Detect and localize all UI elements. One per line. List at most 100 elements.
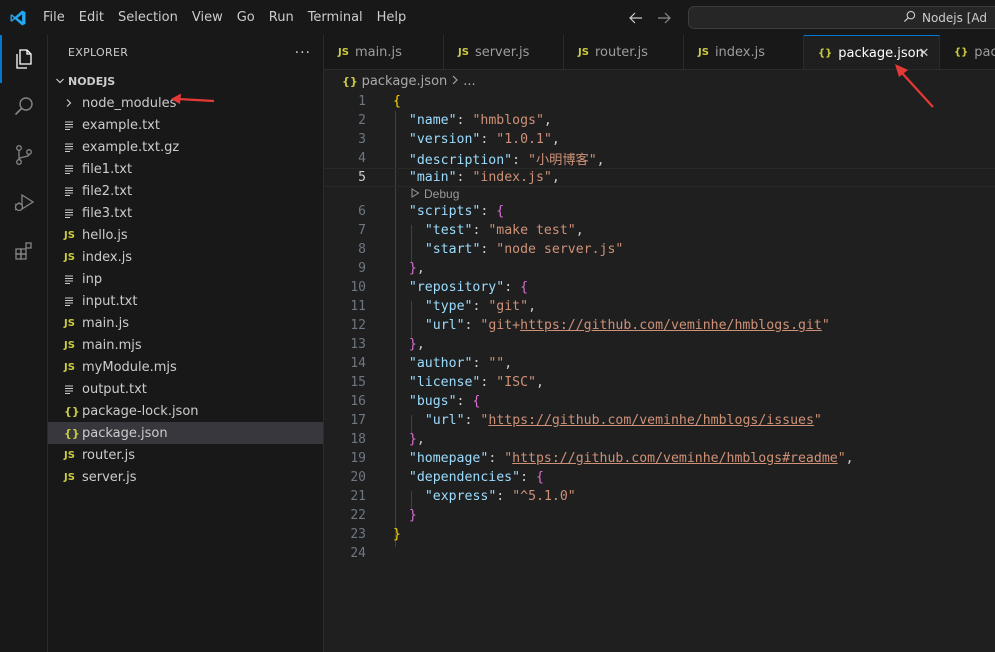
menu-edit[interactable]: Edit bbox=[72, 0, 111, 35]
line-number: 8 bbox=[358, 242, 366, 257]
code-line: 23} bbox=[324, 525, 995, 544]
text-file-icon bbox=[64, 120, 82, 130]
file-item[interactable]: output.txt bbox=[48, 378, 323, 400]
line-number: 14 bbox=[350, 356, 366, 371]
code-line: 13 }, bbox=[324, 335, 995, 354]
line-number: 21 bbox=[350, 489, 366, 504]
tab-server-js[interactable]: JS server.js bbox=[444, 35, 564, 69]
file-name: file3.txt bbox=[82, 205, 133, 221]
explorer-title: EXPLORER bbox=[68, 46, 129, 59]
search-icon[interactable] bbox=[0, 83, 48, 131]
code-text: }, bbox=[408, 432, 425, 447]
file-item[interactable]: {} package.json bbox=[48, 422, 323, 444]
file-item[interactable]: input.txt bbox=[48, 290, 323, 312]
file-name: server.js bbox=[82, 469, 137, 485]
json-file-icon: {} bbox=[818, 47, 833, 59]
code-text: "homepage": "https://github.com/veminhe/… bbox=[408, 451, 854, 466]
line-number: 4 bbox=[358, 151, 366, 166]
file-item[interactable]: JS router.js bbox=[48, 444, 323, 466]
line-number: 17 bbox=[350, 413, 366, 428]
close-icon[interactable]: ✕ bbox=[917, 46, 931, 61]
tab-pack[interactable]: {} pack bbox=[940, 35, 995, 69]
menu-help[interactable]: Help bbox=[370, 0, 414, 35]
extensions-icon[interactable] bbox=[0, 227, 48, 275]
tab-router-js[interactable]: JS router.js bbox=[564, 35, 684, 69]
code-editor[interactable]: 1{2 "name": "hmblogs", 3 "version": "1.0.… bbox=[324, 92, 995, 652]
tab-package-json[interactable]: {} package.json ✕ bbox=[804, 35, 940, 69]
workspace-folder-label: NODEJS bbox=[68, 74, 116, 88]
code-line: 11 "type": "git", bbox=[324, 297, 995, 316]
folder-item[interactable]: node_modules bbox=[48, 92, 323, 114]
json-file-icon: {} bbox=[342, 74, 358, 88]
file-name: main.mjs bbox=[82, 337, 142, 353]
js-file-icon: JS bbox=[64, 317, 75, 329]
code-text: "scripts": { bbox=[408, 204, 505, 219]
file-item[interactable]: inp bbox=[48, 268, 323, 290]
code-line: 9 }, bbox=[324, 259, 995, 278]
explorer-sidebar: EXPLORER ··· NODEJS node_modules example.… bbox=[48, 35, 324, 652]
file-item[interactable]: example.txt bbox=[48, 114, 323, 136]
js-file-icon: JS bbox=[64, 471, 75, 483]
code-text: { bbox=[393, 94, 401, 109]
menu-terminal[interactable]: Terminal bbox=[301, 0, 370, 35]
file-name: package-lock.json bbox=[82, 403, 199, 419]
code-line: 3 "version": "1.0.1", bbox=[324, 130, 995, 149]
forward-arrow-icon[interactable] bbox=[656, 10, 672, 26]
file-item[interactable]: file2.txt bbox=[48, 180, 323, 202]
codelens-debug[interactable]: Debug bbox=[410, 187, 459, 201]
code-line: 24 bbox=[324, 544, 995, 563]
text-file-icon bbox=[64, 296, 82, 306]
menu-file[interactable]: File bbox=[36, 0, 72, 35]
file-name: output.txt bbox=[82, 381, 147, 397]
menu-view[interactable]: View bbox=[185, 0, 230, 35]
file-item[interactable]: JS main.mjs bbox=[48, 334, 323, 356]
menu-run[interactable]: Run bbox=[262, 0, 301, 35]
chevron-right-icon bbox=[64, 98, 82, 108]
more-actions-icon[interactable]: ··· bbox=[295, 45, 311, 61]
line-number: 18 bbox=[350, 432, 366, 447]
file-item[interactable]: JS myModule.mjs bbox=[48, 356, 323, 378]
chevron-right-icon bbox=[451, 74, 459, 89]
file-item[interactable]: file3.txt bbox=[48, 202, 323, 224]
nav-arrows bbox=[628, 0, 672, 35]
file-item[interactable]: file1.txt bbox=[48, 158, 323, 180]
code-text: "express": "^5.1.0" bbox=[424, 489, 576, 504]
explorer-icon[interactable] bbox=[0, 35, 48, 83]
tab-main-js[interactable]: JS main.js bbox=[324, 35, 444, 69]
breadcrumb-file[interactable]: package.json bbox=[362, 74, 448, 89]
line-number: 15 bbox=[350, 375, 366, 390]
file-name: myModule.mjs bbox=[82, 359, 177, 375]
code-text: "type": "git", bbox=[424, 299, 537, 314]
file-item[interactable]: JS hello.js bbox=[48, 224, 323, 246]
code-text: "url": "https://github.com/veminhe/hmblo… bbox=[424, 413, 822, 428]
file-item[interactable]: JS server.js bbox=[48, 466, 323, 488]
run-debug-icon[interactable] bbox=[0, 179, 48, 227]
explorer-header: EXPLORER ··· bbox=[48, 35, 323, 70]
line-number: 10 bbox=[350, 280, 366, 295]
js-file-icon: JS bbox=[698, 47, 709, 58]
line-number: 24 bbox=[350, 546, 366, 561]
file-item[interactable]: JS index.js bbox=[48, 246, 323, 268]
file-item[interactable]: JS main.js bbox=[48, 312, 323, 334]
code-line: 22 } bbox=[324, 506, 995, 525]
menu-selection[interactable]: Selection bbox=[111, 0, 185, 35]
line-number: 16 bbox=[350, 394, 366, 409]
code-text: } bbox=[408, 508, 417, 523]
file-item[interactable]: {} package-lock.json bbox=[48, 400, 323, 422]
code-line: 6 "scripts": { bbox=[324, 202, 995, 221]
text-file-icon bbox=[64, 164, 82, 174]
workspace-folder[interactable]: NODEJS bbox=[48, 70, 323, 92]
js-file-icon: JS bbox=[64, 251, 75, 263]
source-control-icon[interactable] bbox=[0, 131, 48, 179]
code-text: }, bbox=[408, 337, 425, 352]
code-line: 16 "bugs": { bbox=[324, 392, 995, 411]
line-number: 3 bbox=[358, 132, 366, 147]
code-text: "name": "hmblogs", bbox=[408, 113, 552, 128]
tab-index-js[interactable]: JS index.js bbox=[684, 35, 804, 69]
breadcrumb-rest[interactable]: ... bbox=[463, 74, 475, 89]
file-item[interactable]: example.txt.gz bbox=[48, 136, 323, 158]
back-arrow-icon[interactable] bbox=[628, 10, 644, 26]
command-center-search[interactable]: Nodejs [Ad bbox=[688, 6, 995, 29]
menu-go[interactable]: Go bbox=[230, 0, 262, 35]
code-line: 12 "url": "git+https://github.com/veminh… bbox=[324, 316, 995, 335]
